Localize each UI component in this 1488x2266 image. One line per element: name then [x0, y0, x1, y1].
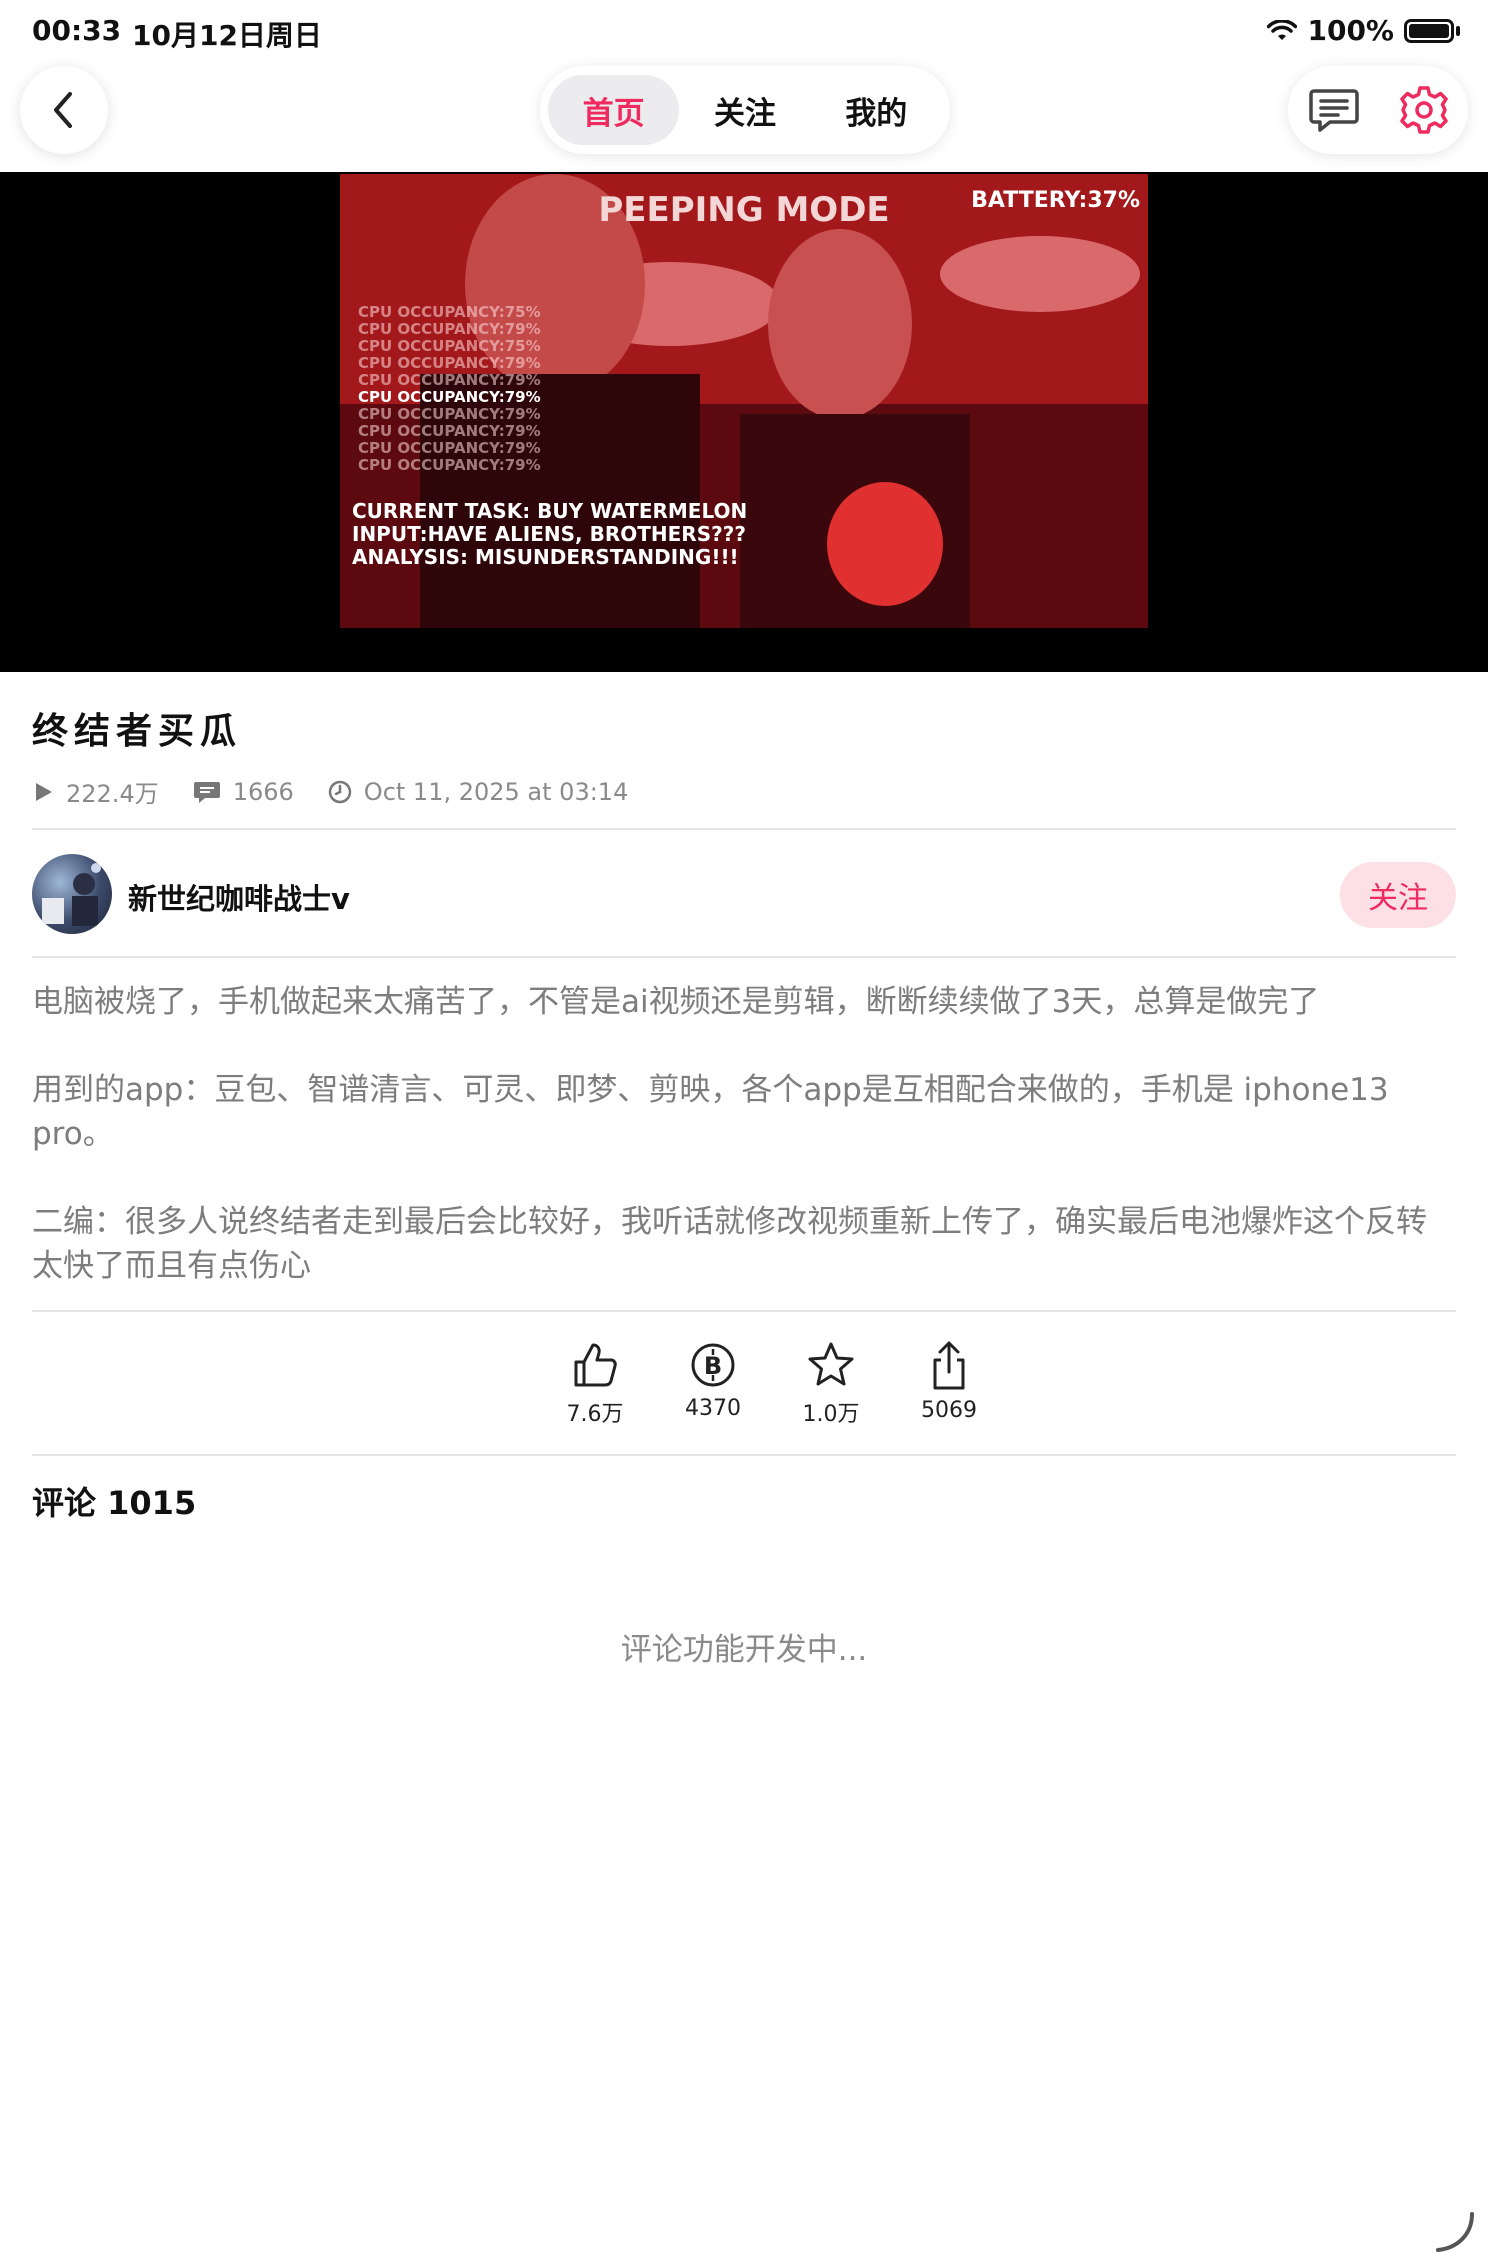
task-line: INPUT:HAVE ALIENS, BROTHERS??? [352, 522, 746, 546]
date-stat: Oct 11, 2025 at 03:14 [328, 777, 629, 806]
post-date: Oct 11, 2025 at 03:14 [363, 777, 629, 806]
status-indicators: 100% [1267, 14, 1460, 47]
description-paragraph: 用到的app：豆包、智谱清言、可灵、即梦、剪映，各个app是互相配合来做的，手机… [32, 1072, 1389, 1152]
resize-handle-icon[interactable] [1432, 2210, 1476, 2254]
cpu-line: CPU OCCUPANCY:75% [358, 303, 541, 321]
top-right-actions [1288, 66, 1468, 154]
avatar-image [42, 863, 101, 926]
gear-icon[interactable] [1399, 85, 1449, 135]
tab-home[interactable]: 首页 [548, 75, 680, 145]
coin-button[interactable]: B 4370 [678, 1340, 748, 1428]
comments-stat: 1666 [193, 778, 294, 806]
star-icon [808, 1342, 854, 1386]
post-title: 终结者买瓜 [32, 711, 243, 752]
views-stat: 222.4万 [32, 774, 159, 809]
tab-bar: 首页 关注 我的 [540, 66, 950, 154]
like-button[interactable]: 7.6万 [560, 1340, 630, 1428]
cpu-line: CPU OCCUPANCY:79% [358, 320, 541, 338]
follow-button[interactable]: 关注 [1340, 862, 1456, 928]
author-row: 新世纪咖啡战士v 关注 [32, 852, 1456, 936]
video-overlay-battery: BATTERY:37% [971, 188, 1140, 213]
action-bar: 7.6万 B 4370 1.0万 5069 [560, 1340, 984, 1428]
battery-icon [1404, 18, 1454, 43]
task-line: CURRENT TASK: BUY WATERMELON [352, 499, 748, 523]
share-count: 5069 [921, 1398, 977, 1423]
status-bar: 00:33 10月12日周日 100% [0, 0, 1488, 60]
comments-header: 评论 1015 [32, 1484, 197, 1522]
coin-icon: B [691, 1343, 735, 1387]
cpu-line: CPU OCCUPANCY:79% [358, 371, 541, 389]
coin-count: 4370 [685, 1396, 741, 1421]
author-name[interactable]: 新世纪咖啡战士v [128, 876, 350, 918]
wifi-icon [1267, 19, 1298, 40]
views-count: 222.4万 [66, 780, 159, 808]
avatar[interactable] [32, 854, 112, 934]
cpu-line: CPU OCCUPANCY:79% [358, 456, 541, 474]
comment-icon [193, 781, 220, 803]
cpu-line: CPU OCCUPANCY:79% [358, 388, 541, 406]
battery-tip [1456, 25, 1460, 36]
description-paragraph: 二编：很多人说终结者走到最后会比较好，我听话就修改视频重新上传了，确实最后电池爆… [32, 1204, 1427, 1284]
description-paragraph: 电脑被烧了，手机做起来太痛苦了，不管是ai视频还是剪辑，断断续续做了3天，总算是… [32, 984, 1320, 1020]
divider [32, 828, 1456, 830]
video-cpu-lines: CPU OCCUPANCY:75% CPU OCCUPANCY:79% CPU … [358, 304, 541, 474]
favorite-count: 1.0万 [802, 1402, 860, 1427]
play-icon [36, 782, 52, 801]
cpu-line: CPU OCCUPANCY:79% [358, 439, 541, 457]
share-icon [933, 1341, 965, 1390]
cpu-line: CPU OCCUPANCY:79% [358, 405, 541, 423]
cpu-line: CPU OCCUPANCY:79% [358, 422, 541, 440]
back-button[interactable] [20, 66, 108, 154]
battery-percent: 100% [1307, 14, 1394, 47]
divider [32, 1310, 1456, 1312]
status-date: 10月12日周日 [132, 19, 322, 52]
video-task-lines: CURRENT TASK: BUY WATERMELON INPUT:HAVE … [352, 500, 747, 569]
share-button[interactable]: 5069 [914, 1340, 984, 1428]
thumbs-up-icon [574, 1343, 617, 1387]
tab-mine[interactable]: 我的 [811, 75, 942, 145]
message-icon[interactable] [1308, 85, 1360, 135]
favorite-button[interactable]: 1.0万 [796, 1340, 866, 1428]
status-time: 00:33 [32, 14, 122, 47]
divider [32, 956, 1456, 958]
task-line: ANALYSIS: MISUNDERSTANDING!!! [352, 545, 739, 569]
clock-icon [328, 780, 352, 803]
post-meta: 222.4万 1666 Oct 11, 2025 at 03:14 [32, 774, 662, 809]
top-nav: 首页 关注 我的 [0, 60, 1488, 170]
like-count: 7.6万 [566, 1402, 624, 1427]
tab-following[interactable]: 关注 [679, 75, 810, 145]
divider [32, 1454, 1456, 1456]
cpu-line: CPU OCCUPANCY:75% [358, 337, 541, 355]
cpu-line: CPU OCCUPANCY:79% [358, 354, 541, 372]
video-frame: PEEPING MODE BATTERY:37% CPU OCCUPANCY:7… [340, 174, 1148, 628]
chevron-left-icon [54, 92, 72, 128]
video-player[interactable]: PEEPING MODE BATTERY:37% CPU OCCUPANCY:7… [0, 172, 1488, 672]
comments-placeholder: 评论功能开发中... [620, 1632, 868, 1668]
comments-count: 1666 [232, 777, 294, 806]
post-description: 电脑被烧了，手机做起来太痛苦了，不管是ai视频还是剪辑，断断续续做了3天，总算是… [32, 980, 1462, 1288]
